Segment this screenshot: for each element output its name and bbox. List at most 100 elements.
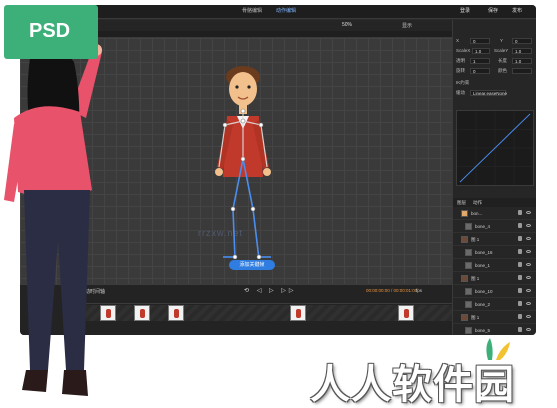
lock-icon[interactable] <box>518 223 522 228</box>
easing-label: 缓动 <box>456 90 465 95</box>
property-row: 旋转 0 颜色 <box>456 68 534 75</box>
layer-row[interactable]: 图 1 <box>453 233 536 246</box>
property-row: 透明 1 长度 1.0 <box>456 58 534 65</box>
property-input[interactable]: 0 <box>470 38 490 44</box>
layer-row[interactable]: bon... <box>453 207 536 220</box>
login-link[interactable]: 登录 <box>460 7 470 14</box>
property-input[interactable]: 1.0 <box>512 58 532 64</box>
tab-action-edit[interactable]: 动作编辑 <box>276 7 296 14</box>
lock-icon[interactable] <box>518 288 522 293</box>
fps-label: fps <box>416 288 423 293</box>
property-input[interactable]: 1 <box>470 58 490 64</box>
eye-icon[interactable] <box>526 211 531 214</box>
layer-row[interactable]: bone_10 <box>453 285 536 298</box>
layer-thumbnail <box>461 275 468 282</box>
character-head <box>229 72 257 106</box>
eye-icon[interactable] <box>526 263 531 266</box>
layers-tab-bar: 图层 动作 <box>453 198 536 207</box>
publish-button[interactable]: 发布 <box>512 7 522 14</box>
layer-name: bone_16 <box>475 250 493 255</box>
add-keyframe-button[interactable]: 添加关键帧 <box>229 260 275 270</box>
eye-icon[interactable] <box>526 276 531 279</box>
layer-thumbnail <box>465 223 472 230</box>
layer-row[interactable]: bone_2 <box>453 298 536 311</box>
eye-icon[interactable] <box>526 250 531 253</box>
zoom-level[interactable]: 50% <box>342 22 352 28</box>
layer-row[interactable]: 图 1 <box>453 272 536 285</box>
lock-icon[interactable] <box>518 262 522 267</box>
property-label: 透明 <box>456 58 465 63</box>
tab-bone-edit[interactable]: 骨骼编辑 <box>242 7 262 14</box>
ik-constraint-label: IK约束 <box>456 80 470 85</box>
save-button[interactable]: 保存 <box>488 7 498 14</box>
eye-icon[interactable] <box>526 302 531 305</box>
lock-icon[interactable] <box>518 275 522 280</box>
keyframe-thumbnail[interactable] <box>398 305 414 321</box>
layer-row[interactable]: bone_1 <box>453 259 536 272</box>
timecode: 00:00:00:00 / 00:00:01:00 <box>366 288 418 293</box>
promo-stage: 骨骼编辑 动作编辑 登录 保存 发布 50% 显示 rrzxw.net 添加关键… <box>0 0 557 408</box>
play-icon[interactable]: ▷ <box>269 288 277 294</box>
property-input[interactable]: 0 <box>470 68 490 74</box>
eye-icon[interactable] <box>526 328 531 331</box>
property-label: 旋转 <box>456 68 465 73</box>
eye-icon[interactable] <box>526 315 531 318</box>
property-input[interactable]: 1.0 <box>512 48 532 54</box>
easing-select[interactable]: Linear.easeNone <box>470 90 507 96</box>
layer-name: bone_4 <box>475 224 491 229</box>
layer-name: 图 1 <box>471 237 480 242</box>
property-row: X 0 Y 0 <box>456 38 534 45</box>
layer-row[interactable]: bone_4 <box>453 220 536 233</box>
lock-icon[interactable] <box>518 210 522 215</box>
loop-icon[interactable]: ⟲ <box>244 288 252 294</box>
easing-curve-graph[interactable] <box>456 110 534 186</box>
next-frame-icon[interactable]: ▷▷ <box>281 288 296 294</box>
lock-icon[interactable] <box>518 301 522 306</box>
property-input[interactable]: 0 <box>512 38 532 44</box>
layer-row[interactable]: bone_16 <box>453 246 536 259</box>
cartoon-character-rig[interactable] <box>195 59 291 259</box>
layer-name: bone_10 <box>475 289 493 294</box>
layer-thumbnail <box>461 236 468 243</box>
prev-frame-icon[interactable]: ◁ <box>257 288 265 294</box>
layer-name: 图 1 <box>471 315 480 320</box>
keyframe-thumbnail[interactable] <box>290 305 306 321</box>
tab-layers[interactable]: 图层 <box>457 200 466 206</box>
layer-name: bone_5 <box>475 328 491 333</box>
property-label: ScaleX <box>456 48 471 53</box>
view-toggle[interactable]: 显示 <box>402 22 412 29</box>
property-label: Y <box>500 38 504 43</box>
property-label: ScaleY <box>494 48 509 53</box>
properties-panel: X 0 Y 0 ScaleX 1.0 ScaleY 1.0 透明 1 长度 1.… <box>452 20 536 335</box>
layer-thumbnail <box>461 314 468 321</box>
layer-thumbnail <box>465 301 472 308</box>
playback-controls[interactable]: ⟲ ◁ ▷ ▷▷ <box>244 287 297 294</box>
timeline-ruler[interactable] <box>76 297 452 304</box>
eye-icon[interactable] <box>526 289 531 292</box>
eye-icon[interactable] <box>526 237 531 240</box>
lock-icon[interactable] <box>518 314 522 319</box>
keyframe-thumbnail[interactable] <box>134 305 150 321</box>
lock-icon[interactable] <box>518 236 522 241</box>
layer-row[interactable]: 图 1 <box>453 311 536 324</box>
property-input[interactable] <box>512 68 532 74</box>
layer-thumbnail <box>465 262 472 269</box>
property-input[interactable]: 1.0 <box>472 48 490 54</box>
layer-thumbnail <box>465 288 472 295</box>
woman-illustration <box>4 44 102 396</box>
eye-icon[interactable] <box>526 224 531 227</box>
layer-thumbnail <box>461 210 468 217</box>
layer-name: bone_1 <box>475 263 491 268</box>
timeline-track[interactable] <box>76 305 452 321</box>
layer-row[interactable]: bone_5 <box>453 324 536 335</box>
layer-thumbnail <box>465 249 472 256</box>
lock-icon[interactable] <box>518 327 522 332</box>
layer-name: bon... <box>471 211 483 216</box>
lock-icon[interactable] <box>518 249 522 254</box>
property-label: 长度 <box>498 58 507 63</box>
psd-badge: PSD <box>4 5 98 59</box>
tab-actions[interactable]: 动作 <box>473 200 482 206</box>
easing-row: 缓动 Linear.easeNone <box>456 90 534 97</box>
keyframe-thumbnail[interactable] <box>168 305 184 321</box>
property-label: X <box>456 38 460 43</box>
